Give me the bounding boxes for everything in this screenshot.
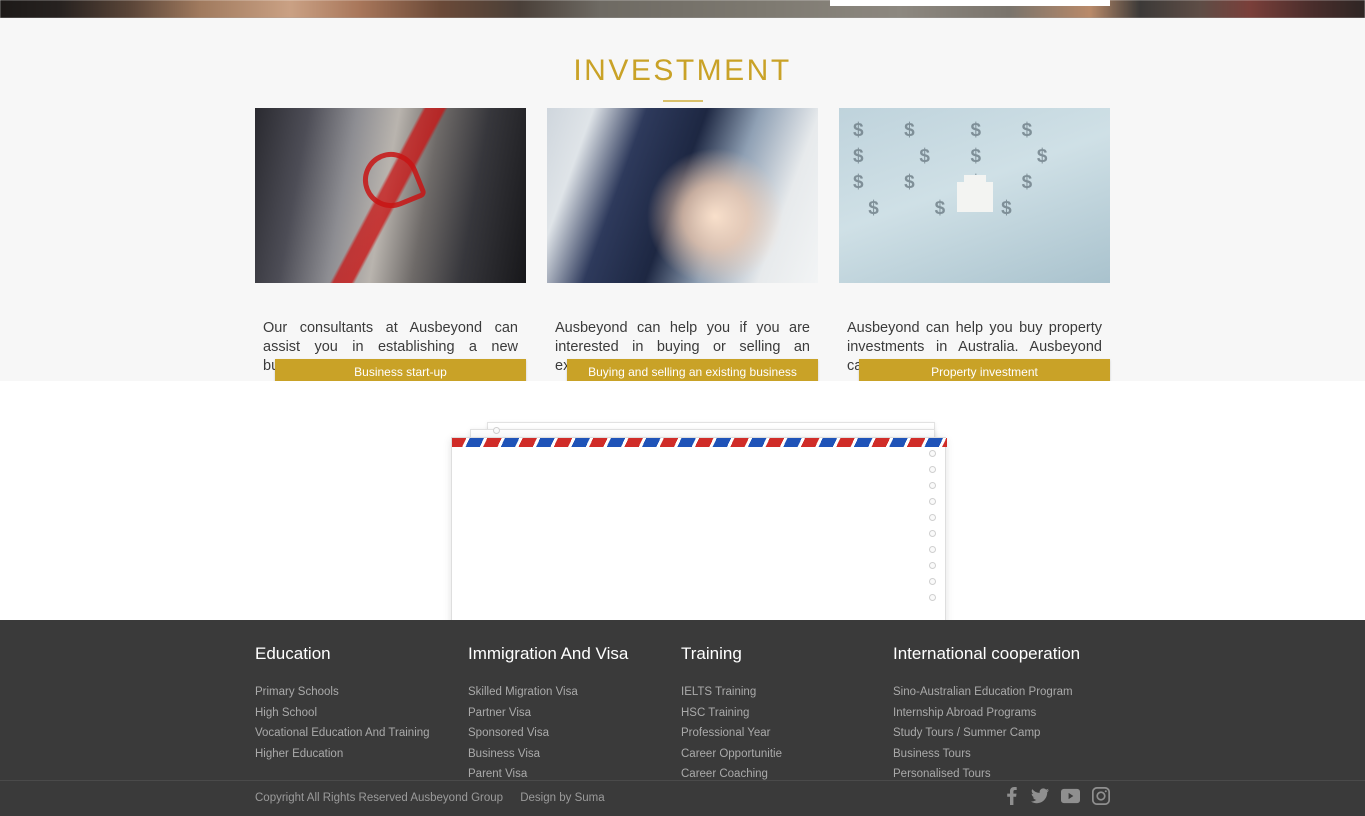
newsletter-section: Subscribe now and receive weekly newslet… xyxy=(0,381,1365,620)
punch-hole xyxy=(929,514,936,521)
instagram-icon[interactable] xyxy=(1092,787,1110,810)
footer-column-title: Immigration And Visa xyxy=(468,644,629,663)
airmail-envelope xyxy=(451,437,947,620)
copyright-text: Copyright All Rights Reserved Ausbeyond … xyxy=(255,792,504,804)
property-investment-photo xyxy=(839,108,1110,283)
hero-banner-strip xyxy=(0,0,1365,18)
footer-link[interactable]: Partner Visa xyxy=(468,706,681,722)
page-title: INVESTMENT xyxy=(573,54,792,87)
punch-hole xyxy=(929,594,936,601)
footer-column-title: Education xyxy=(255,644,331,663)
investment-card[interactable]: Buying and selling an existing business … xyxy=(547,108,818,385)
business-startup-photo xyxy=(255,108,526,283)
investment-section: INVESTMENT Business start-up Our consult… xyxy=(0,18,1365,385)
copyright-text-group: Copyright All Rights Reserved Ausbeyond … xyxy=(255,792,605,804)
footer-link[interactable]: Vocational Education And Training xyxy=(255,726,468,742)
footer-column-immigration-and-visa: Immigration And Visa Skilled Migration V… xyxy=(468,644,681,788)
site-footer: Education Primary Schools High School Vo… xyxy=(0,620,1365,816)
punch-hole xyxy=(929,562,936,569)
design-credit[interactable]: Design by Suma xyxy=(520,792,604,804)
footer-link[interactable]: Business Visa xyxy=(468,747,681,763)
punch-hole xyxy=(929,578,936,585)
investment-card[interactable]: Property investment Ausbeyond can help y… xyxy=(839,108,1110,385)
twitter-icon[interactable] xyxy=(1031,787,1049,810)
investment-card-grid: Business start-up Our consultants at Aus… xyxy=(255,108,1110,385)
footer-link[interactable]: Sino-Australian Education Program xyxy=(893,685,1115,701)
punch-hole xyxy=(493,427,500,434)
footer-link[interactable]: Internship Abroad Programs xyxy=(893,706,1115,722)
footer-column-training: Training IELTS Training HSC Training Pro… xyxy=(681,644,893,788)
title-underline xyxy=(662,100,703,102)
footer-link-columns: Education Primary Schools High School Vo… xyxy=(255,644,1115,788)
footer-link[interactable]: Professional Year xyxy=(681,726,893,742)
footer-link[interactable]: Primary Schools xyxy=(255,685,468,701)
footer-column-title: International cooperation xyxy=(893,644,1081,663)
youtube-icon[interactable] xyxy=(1061,787,1080,810)
punch-hole xyxy=(929,530,936,537)
airmail-stripe-border xyxy=(452,438,947,447)
footer-link[interactable]: Career Opportunitie xyxy=(681,747,893,763)
footer-column-education: Education Primary Schools High School Vo… xyxy=(255,644,468,788)
footer-link[interactable]: Higher Education xyxy=(255,747,468,763)
footer-link[interactable]: High School xyxy=(255,706,468,722)
facebook-icon[interactable] xyxy=(1005,787,1019,810)
footer-link[interactable]: Study Tours / Summer Camp xyxy=(893,726,1115,742)
footer-link-list: Sino-Australian Education Program Intern… xyxy=(893,685,1115,783)
footer-link-list: IELTS Training HSC Training Professional… xyxy=(681,685,893,783)
hero-background-image xyxy=(0,0,1365,18)
footer-link[interactable]: HSC Training xyxy=(681,706,893,722)
punch-hole xyxy=(929,466,936,473)
footer-link[interactable]: IELTS Training xyxy=(681,685,893,701)
punch-hole xyxy=(929,546,936,553)
footer-link[interactable]: Skilled Migration Visa xyxy=(468,685,681,701)
buying-selling-photo xyxy=(547,108,818,283)
footer-column-title: Training xyxy=(681,644,742,663)
punch-hole xyxy=(929,482,936,489)
footer-link-list: Primary Schools High School Vocational E… xyxy=(255,685,468,762)
investment-card[interactable]: Business start-up Our consultants at Aus… xyxy=(255,108,526,385)
punch-hole xyxy=(929,450,936,457)
copyright-bar: Copyright All Rights Reserved Ausbeyond … xyxy=(0,780,1365,816)
social-links xyxy=(1005,787,1110,810)
footer-link[interactable]: Business Tours xyxy=(893,747,1115,763)
footer-link[interactable]: Sponsored Visa xyxy=(468,726,681,742)
hero-white-panel xyxy=(830,0,1110,6)
footer-link-list: Skilled Migration Visa Partner Visa Spon… xyxy=(468,685,681,783)
punch-hole xyxy=(929,498,936,505)
punch-holes-front xyxy=(929,450,936,601)
footer-column-international-cooperation: International cooperation Sino-Australia… xyxy=(893,644,1115,788)
